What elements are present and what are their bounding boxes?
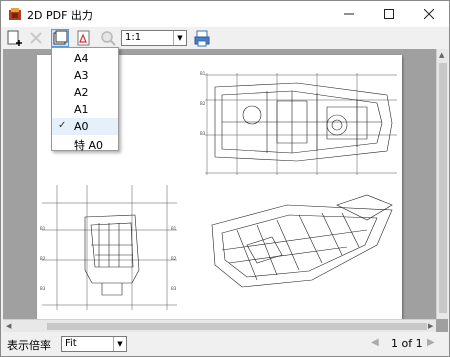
menu-item-a3[interactable]: A3 — [52, 67, 118, 84]
vertical-scroll-thumb[interactable] — [439, 63, 447, 313]
display-ratio-value: Fit — [65, 338, 77, 349]
svg-text:B2: B2 — [200, 101, 206, 106]
zoom-icon — [101, 31, 116, 46]
maximize-icon — [384, 9, 394, 19]
menu-item-a2[interactable]: A2 — [52, 84, 118, 101]
display-ratio-label: 表示倍率 — [7, 339, 51, 352]
maximize-button[interactable] — [369, 1, 409, 27]
zoom-button[interactable] — [99, 29, 117, 47]
next-page-icon[interactable]: ▶ — [427, 337, 435, 348]
new-page-button[interactable] — [5, 29, 23, 47]
scroll-up-icon[interactable]: ▲ — [439, 51, 444, 59]
minimize-button[interactable] — [329, 1, 369, 27]
scroll-right-icon[interactable]: ▶ — [428, 322, 433, 330]
zoom-value: 1:1 — [125, 32, 142, 43]
close-button[interactable] — [409, 1, 449, 27]
window-title: 2D PDF 出力 — [27, 9, 93, 22]
menu-item-a4[interactable]: A4 — [52, 50, 118, 67]
toolbar: 1:1 ▼ — [1, 27, 449, 49]
print-icon — [194, 30, 210, 47]
svg-text:B1: B1 — [40, 226, 46, 231]
delete-button[interactable] — [27, 29, 45, 47]
vertical-scrollbar[interactable]: ▲ — [436, 49, 448, 319]
paper-size-button[interactable] — [51, 29, 69, 47]
chevron-down-icon: ▼ — [113, 337, 126, 351]
title-bar: 2D PDF 出力 — [1, 1, 449, 27]
svg-text:B2: B2 — [171, 256, 177, 261]
display-ratio-select[interactable]: Fit ▼ — [61, 336, 127, 352]
svg-text:B3: B3 — [40, 286, 46, 291]
pdf-export-window: 2D PDF 出力 1:1 ▼ B1 B2 B3 B1 B2 B3 B1 B2 … — [0, 0, 450, 357]
zoom-select[interactable]: 1:1 ▼ — [121, 30, 187, 46]
pdf-export-button[interactable] — [75, 29, 93, 47]
svg-text:B1: B1 — [200, 71, 206, 76]
scroll-left-icon[interactable]: ◀ — [6, 322, 11, 330]
print-button[interactable] — [193, 29, 211, 47]
delete-icon — [30, 32, 42, 44]
menu-item-a0[interactable]: ✓ A0 — [52, 118, 118, 135]
paper-size-menu: A4 A3 A2 A1 ✓ A0 特 A0 — [51, 47, 119, 152]
app-icon — [9, 8, 21, 20]
svg-text:B3: B3 — [200, 131, 206, 136]
menu-item-special-a0[interactable]: 特 A0 — [52, 135, 118, 152]
horizontal-scrollbar[interactable]: ◀ ▶ — [3, 319, 436, 332]
new-page-icon — [7, 30, 22, 46]
horizontal-scroll-thumb[interactable] — [47, 323, 427, 330]
page-indicator: 1 of 1 — [391, 337, 423, 350]
minimize-icon — [344, 13, 354, 15]
pdf-export-icon — [77, 30, 90, 46]
check-icon: ✓ — [58, 120, 67, 131]
previous-page-icon[interactable]: ◀ — [371, 337, 379, 348]
svg-text:B1: B1 — [171, 226, 177, 231]
menu-item-a1[interactable]: A1 — [52, 101, 118, 118]
chevron-down-icon: ▼ — [173, 31, 186, 45]
close-icon — [424, 9, 434, 19]
svg-text:B3: B3 — [171, 286, 177, 291]
paper-size-icon — [53, 30, 68, 45]
svg-text:B2: B2 — [40, 256, 46, 261]
status-bar: 表示倍率 Fit ▼ ◀ 1 of 1 ▶ — [1, 332, 449, 356]
